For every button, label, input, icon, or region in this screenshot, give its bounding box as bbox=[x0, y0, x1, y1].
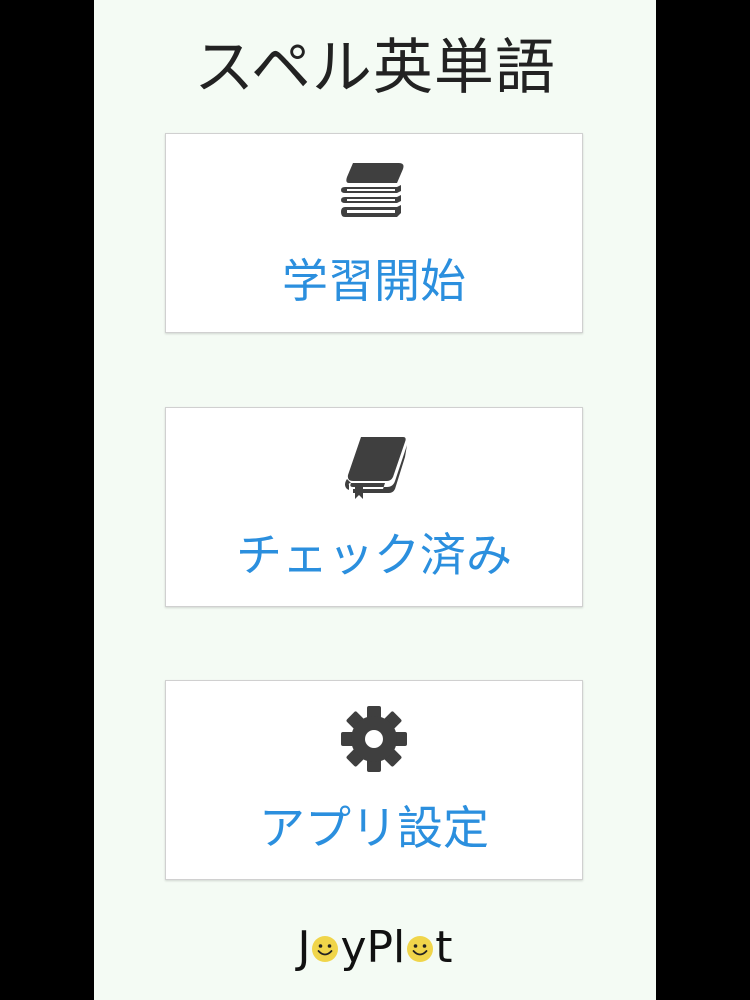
start-learning-button[interactable]: 学習開始 bbox=[165, 133, 583, 333]
brand-text-part2: yPl bbox=[340, 922, 406, 973]
letterbox-right bbox=[656, 0, 750, 1000]
letterbox-left bbox=[0, 0, 94, 1000]
app-title: スペル英単語 bbox=[194, 33, 556, 103]
start-learning-label: 学習開始 bbox=[282, 254, 466, 308]
app-settings-label: アプリ設定 bbox=[259, 801, 489, 855]
brand-text-part3: t bbox=[435, 922, 453, 973]
books-stack-icon bbox=[166, 156, 582, 228]
joyplot-logo: JyPl t bbox=[94, 918, 656, 980]
checked-words-label: チェック済み bbox=[236, 528, 512, 582]
smiley-icon bbox=[405, 920, 435, 980]
app-settings-button[interactable]: アプリ設定 bbox=[165, 680, 583, 880]
brand-text-part1: J bbox=[297, 922, 311, 973]
checked-words-button[interactable]: チェック済み bbox=[165, 407, 583, 607]
smiley-icon bbox=[310, 920, 340, 980]
app-screen: スペル英単語 学習開始 チェック済み アプリ設定 J yPl t bbox=[94, 0, 656, 1000]
gear-icon bbox=[166, 703, 582, 775]
bookmarked-book-icon bbox=[166, 430, 582, 502]
